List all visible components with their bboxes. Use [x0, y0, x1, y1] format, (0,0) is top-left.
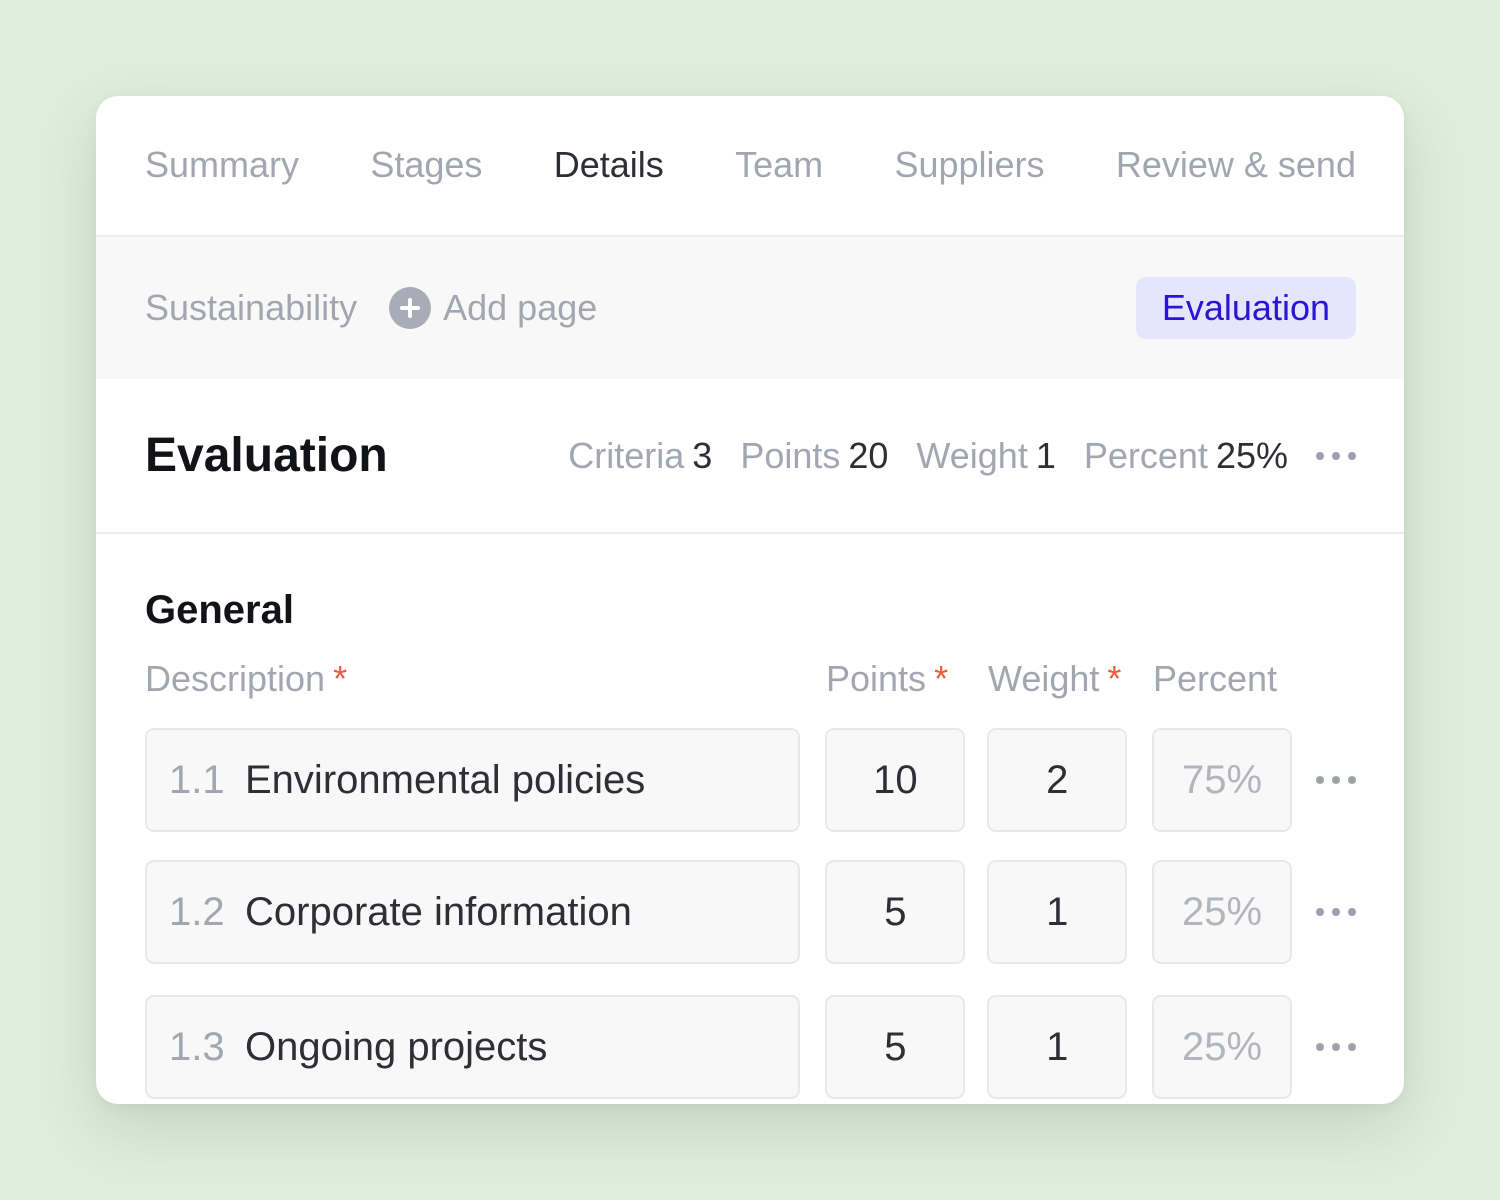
percent-field: 75%: [1152, 728, 1293, 832]
points-field[interactable]: 5: [825, 995, 966, 1099]
stat-weight-label: Weight: [916, 434, 1028, 476]
column-points: Points *: [826, 658, 988, 700]
points-field[interactable]: 5: [825, 860, 966, 964]
tab-review-send[interactable]: Review & send: [1116, 144, 1356, 186]
section-title: General: [145, 588, 294, 632]
stat-criteria-label: Criteria: [568, 434, 685, 476]
evaluation-button[interactable]: Evaluation: [1135, 277, 1356, 339]
stat-points-value: 20: [848, 434, 889, 476]
description-field[interactable]: 1.2 Corporate information: [145, 860, 801, 964]
stat-points: Points 20: [740, 435, 888, 477]
stat-percent-label: Percent: [1083, 434, 1208, 476]
tab-bar: Summary Stages Details Team Suppliers Re…: [96, 96, 1404, 237]
criterion-description: Corporate information: [245, 889, 632, 934]
tab-details[interactable]: Details: [554, 144, 664, 186]
stat-weight-value: 1: [1035, 434, 1056, 476]
evaluation-header: Evaluation Criteria 3 Points 20 Weight 1 Pe…: [96, 379, 1404, 534]
criterion-row: 1.2 Corporate information 5 1 25%: [145, 858, 1357, 966]
weight-field[interactable]: 2: [987, 728, 1128, 832]
tab-suppliers[interactable]: Suppliers: [894, 144, 1044, 186]
criterion-description: Ongoing projects: [245, 1024, 548, 1069]
weight-field[interactable]: 1: [987, 995, 1128, 1099]
more-options-icon[interactable]: [1316, 444, 1356, 468]
stat-weight: Weight 1: [916, 435, 1055, 477]
evaluation-card: Summary Stages Details Team Suppliers Re…: [96, 96, 1404, 1104]
column-points-label: Points: [826, 658, 927, 699]
required-marker: *: [1107, 658, 1122, 699]
criterion-row: 1.3 Ongoing projects 5 1 25%: [145, 993, 1357, 1101]
row-more-icon[interactable]: [1316, 900, 1357, 924]
stat-criteria-value: 3: [692, 434, 713, 476]
column-description-label: Description: [145, 658, 326, 699]
stat-percent: Percent 25%: [1084, 435, 1288, 477]
stat-points-label: Points: [740, 434, 841, 476]
description-field[interactable]: 1.3 Ongoing projects: [145, 995, 801, 1099]
stat-criteria: Criteria 3: [568, 435, 712, 477]
column-weight-label: Weight: [988, 658, 1100, 699]
add-page-button[interactable]: Add page: [389, 287, 597, 329]
tab-summary[interactable]: Summary: [145, 144, 299, 186]
page-tab-sustainability[interactable]: Sustainability: [145, 287, 357, 329]
row-more-icon[interactable]: [1316, 768, 1357, 792]
page-title: Evaluation: [145, 429, 388, 482]
criterion-row: 1.1 Environmental policies 10 2 75%: [145, 726, 1357, 834]
percent-field: 25%: [1152, 860, 1293, 964]
criterion-number: 1.1: [169, 757, 225, 802]
evaluation-stats: Criteria 3 Points 20 Weight 1 Percent 25%: [568, 435, 1288, 477]
weight-field[interactable]: 1: [987, 860, 1128, 964]
column-headers: Description * Points * Weight * Percent: [145, 656, 1356, 702]
tab-team[interactable]: Team: [735, 144, 823, 186]
points-field[interactable]: 10: [825, 728, 966, 832]
column-weight: Weight *: [988, 658, 1153, 700]
column-description: Description *: [145, 658, 826, 700]
column-percent: Percent: [1153, 658, 1278, 699]
row-more-icon[interactable]: [1316, 1035, 1357, 1059]
plus-circle-icon: [389, 287, 432, 329]
percent-field: 25%: [1152, 995, 1293, 1099]
tab-stages[interactable]: Stages: [370, 144, 482, 186]
add-page-label: Add page: [443, 287, 598, 328]
general-section: General Description * Points * Weight * Per…: [96, 534, 1404, 1101]
description-field[interactable]: 1.1 Environmental policies: [145, 728, 801, 832]
page-bar: Sustainability Add page Evaluation: [96, 237, 1404, 379]
criterion-description: Environmental policies: [245, 757, 646, 802]
stat-percent-value: 25%: [1215, 434, 1288, 476]
criterion-number: 1.2: [169, 889, 225, 934]
criterion-number: 1.3: [169, 1024, 225, 1069]
required-marker: *: [934, 658, 949, 699]
required-marker: *: [333, 658, 348, 699]
